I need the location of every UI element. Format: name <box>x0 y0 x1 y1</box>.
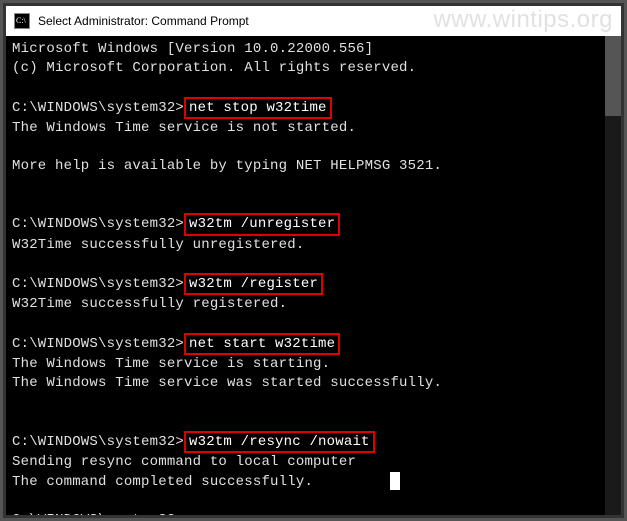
svg-text:C:\: C:\ <box>16 16 27 25</box>
titlebar[interactable]: C:\ Select Administrator: Command Prompt <box>6 6 621 36</box>
prompt: C:\WINDOWS\system32> <box>12 512 184 515</box>
window-title: Select Administrator: Command Prompt <box>38 14 249 28</box>
cmd-icon: C:\ <box>14 13 30 29</box>
copyright-line: (c) Microsoft Corporation. All rights re… <box>12 60 416 76</box>
output-line: The Windows Time service is not started. <box>12 120 356 136</box>
output-line: The Windows Time service was started suc… <box>12 375 442 391</box>
command-highlight: w32tm /register <box>184 273 323 295</box>
output-line: W32Time successfully registered. <box>12 296 287 312</box>
command-highlight: w32tm /resync /nowait <box>184 431 375 453</box>
prompt: C:\WINDOWS\system32> <box>12 434 184 450</box>
terminal-area[interactable]: Microsoft Windows [Version 10.0.22000.55… <box>6 36 621 515</box>
command-highlight: w32tm /unregister <box>184 213 340 235</box>
terminal-content: Microsoft Windows [Version 10.0.22000.55… <box>6 36 621 515</box>
output-line: W32Time successfully unregistered. <box>12 237 304 253</box>
output-line: The Windows Time service is starting. <box>12 356 330 372</box>
vertical-scrollbar[interactable] <box>605 36 621 515</box>
output-line: More help is available by typing NET HEL… <box>12 158 442 174</box>
version-line: Microsoft Windows [Version 10.0.22000.55… <box>12 41 373 57</box>
text-cursor <box>390 472 400 490</box>
command-highlight: net stop w32time <box>184 97 332 119</box>
prompt: C:\WINDOWS\system32> <box>12 276 184 292</box>
command-highlight: net start w32time <box>184 333 340 355</box>
scroll-thumb[interactable] <box>605 36 621 116</box>
prompt: C:\WINDOWS\system32> <box>12 100 184 116</box>
output-line: Sending resync command to local computer <box>12 454 356 470</box>
prompt: C:\WINDOWS\system32> <box>12 336 184 352</box>
window-frame: C:\ Select Administrator: Command Prompt… <box>3 3 624 518</box>
output-line: The command completed successfully. <box>12 474 313 490</box>
prompt: C:\WINDOWS\system32> <box>12 216 184 232</box>
